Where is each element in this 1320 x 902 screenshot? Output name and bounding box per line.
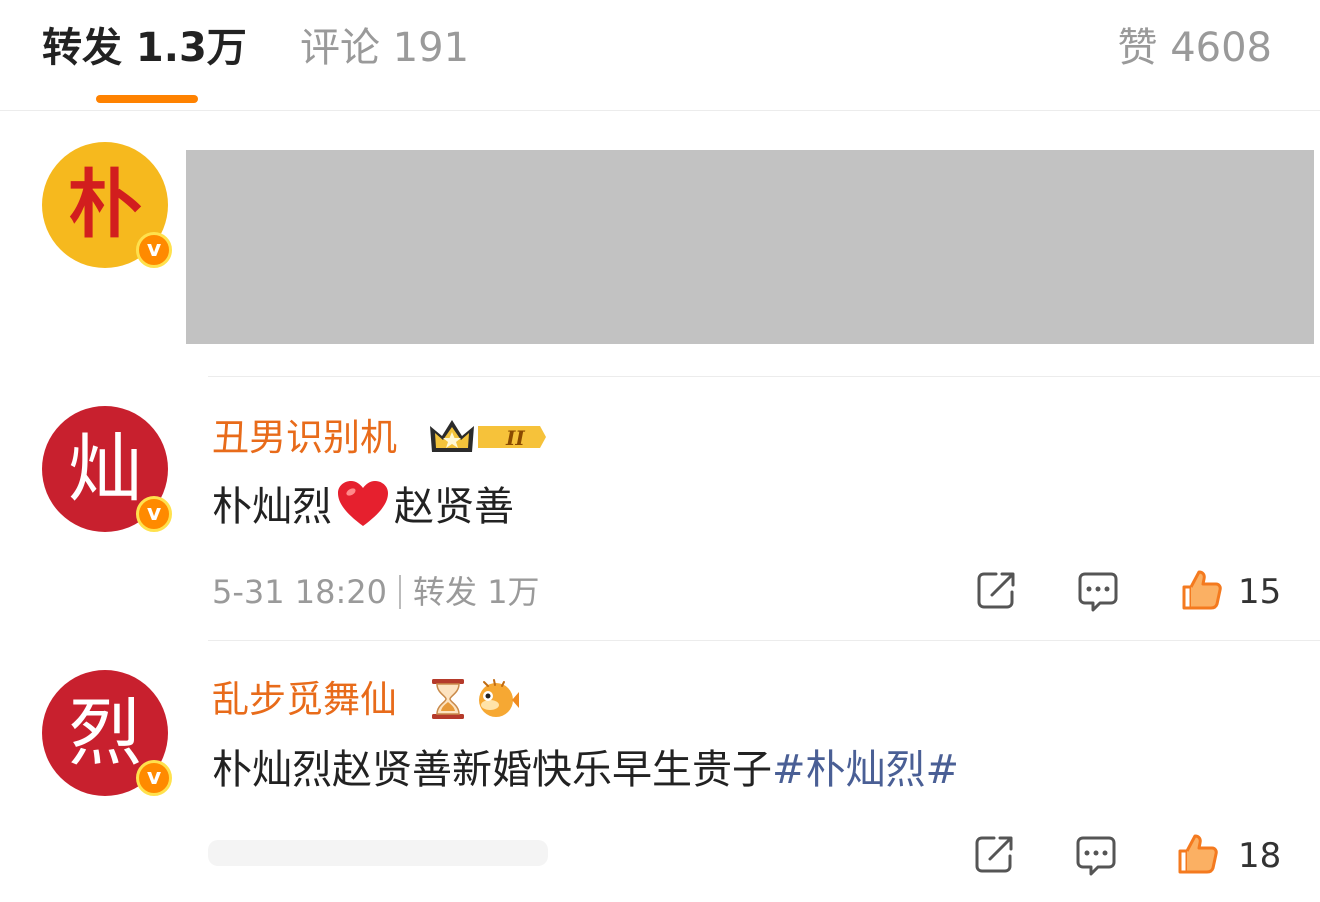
commenter-avatar[interactable]: 灿 v — [42, 406, 172, 532]
avatar-glyph: 灿 — [68, 426, 142, 512]
active-tab-indicator — [96, 95, 198, 103]
commenter-avatar[interactable]: 烈 v — [42, 670, 172, 796]
tab-comments[interactable]: 评论 191 — [300, 22, 469, 74]
like-icon[interactable] — [1180, 568, 1224, 612]
heart-icon — [338, 481, 388, 526]
tab-likes[interactable]: 赞 4608 — [1117, 22, 1272, 74]
comment-meta: 5-31 18:20 转发 1万 — [212, 572, 540, 612]
pufferfish-icon — [479, 679, 519, 717]
comment-icon[interactable] — [1074, 834, 1118, 878]
comment-icon[interactable] — [1076, 570, 1120, 614]
repost-count[interactable]: 转发 1万 — [413, 573, 540, 611]
tab-divider — [0, 110, 1320, 111]
username[interactable]: 丑男识别机 — [212, 414, 397, 462]
divider — [208, 376, 1320, 377]
comment-text: 朴灿烈赵贤善新婚快乐早生贵子#朴灿烈# — [212, 744, 959, 796]
post-author-avatar[interactable]: 朴 v — [42, 142, 172, 268]
comment-text-part: 朴灿烈 — [212, 484, 332, 530]
divider — [208, 640, 1320, 641]
comment-text-part: 赵贤善 — [394, 484, 514, 530]
tab-reposts[interactable]: 转发 1.3万 — [42, 22, 247, 74]
verified-badge-icon: v — [136, 496, 172, 532]
repost-page: 转发 1.3万 评论 191 赞 4608 朴 v 灿 v 丑男识别机 II 朴… — [0, 0, 1320, 902]
crown-vip-icon: II — [430, 420, 546, 452]
verified-badge-icon: v — [136, 760, 172, 796]
blurred-meta — [208, 840, 548, 866]
avatar-glyph: 烈 — [68, 690, 142, 776]
timestamp: 5-31 18:20 — [212, 573, 388, 611]
avatar-glyph: 朴 — [68, 162, 142, 248]
comment-text: 朴灿烈 赵贤善 — [212, 480, 514, 533]
share-icon[interactable] — [974, 568, 1018, 612]
svg-text:II: II — [505, 426, 525, 450]
hashtag-link[interactable]: #朴灿烈# — [772, 747, 959, 793]
hourglass-icon — [432, 679, 464, 719]
comment-text-part: 朴灿烈赵贤善新婚快乐早生贵子 — [212, 747, 772, 793]
username[interactable]: 乱步觅舞仙 — [212, 676, 397, 724]
like-count: 18 — [1238, 836, 1282, 876]
redacted-post-content — [186, 150, 1314, 344]
like-icon[interactable] — [1176, 832, 1220, 876]
verified-badge-icon: v — [136, 232, 172, 268]
meta-separator — [399, 575, 402, 609]
like-count: 15 — [1238, 572, 1282, 612]
share-icon[interactable] — [972, 832, 1016, 876]
